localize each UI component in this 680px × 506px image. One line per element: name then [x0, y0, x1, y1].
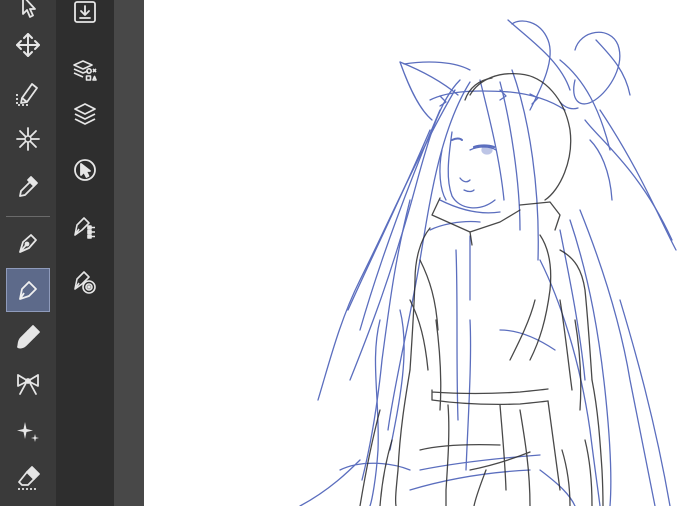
- layer-list-button[interactable]: [65, 94, 105, 134]
- vector-pen-options-button[interactable]: [65, 206, 105, 246]
- toolbar-divider: [6, 216, 50, 217]
- sparkle-stars-icon: [17, 422, 39, 442]
- brush-icon: [17, 325, 40, 349]
- reference-button[interactable]: [65, 150, 105, 190]
- pen-nib-icon: [19, 234, 37, 253]
- ribbon-bow-icon: [17, 374, 39, 395]
- pen-options-icon: [74, 217, 95, 239]
- pen-settings-button[interactable]: [65, 262, 105, 302]
- eyedropper-tool[interactable]: [6, 164, 50, 208]
- eyedropper-icon: [19, 176, 38, 197]
- pencil-tool[interactable]: [6, 268, 50, 312]
- move-cross-arrows-icon: [16, 33, 40, 57]
- pen-target-icon: [74, 271, 96, 294]
- selection-pen-tool[interactable]: [6, 70, 50, 114]
- pencil-icon: [19, 281, 37, 300]
- layers-stack-icon: [74, 103, 96, 125]
- command-bar: [56, 0, 114, 506]
- move-tool[interactable]: [6, 23, 50, 67]
- sketch-illustration: [299, 19, 677, 506]
- dock-gutter: [114, 0, 144, 506]
- layer-property-button[interactable]: [65, 50, 105, 90]
- brush-tool[interactable]: [6, 315, 50, 359]
- selection-pen-icon: [16, 83, 38, 106]
- auto-select-tool[interactable]: [6, 117, 50, 161]
- eraser-icon: [18, 466, 40, 490]
- airbrush-tool[interactable]: [6, 409, 50, 453]
- drawing-canvas[interactable]: [144, 0, 680, 506]
- magic-wand-sparkle-icon: [16, 127, 40, 151]
- import-button[interactable]: [65, 0, 105, 32]
- tool-palette: [0, 0, 56, 506]
- circle-arrow-icon: [74, 159, 96, 181]
- import-download-icon: [74, 1, 96, 23]
- arrow-cursor-icon: [22, 0, 36, 18]
- decoration-tool[interactable]: [6, 362, 50, 406]
- layers-shapes-icon: [73, 60, 97, 81]
- pen-tool[interactable]: [6, 221, 50, 265]
- eraser-tool[interactable]: [6, 456, 50, 500]
